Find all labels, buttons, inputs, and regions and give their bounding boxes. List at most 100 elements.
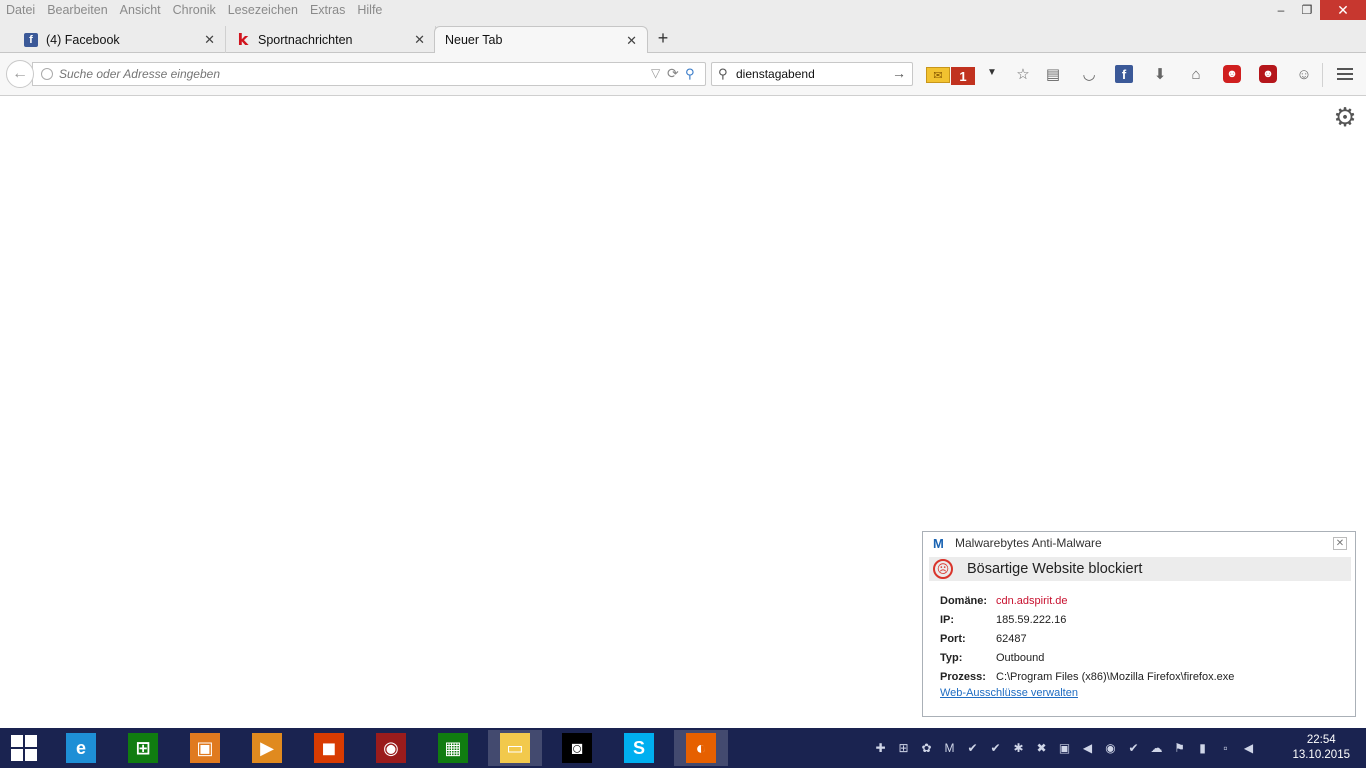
- home-icon[interactable]: ⌂: [1187, 65, 1205, 83]
- reading-list-icon[interactable]: ▤: [1044, 65, 1062, 83]
- tray-icon[interactable]: ✔: [1125, 740, 1142, 756]
- tray-icon[interactable]: ◉: [1102, 740, 1119, 756]
- tray-icon[interactable]: ✱: [1010, 740, 1027, 756]
- close-tab-icon[interactable]: ✕: [626, 33, 637, 49]
- clock-time: 22:54: [1306, 734, 1336, 746]
- download-icon[interactable]: ⬇: [1151, 65, 1169, 83]
- globe-icon: [41, 68, 53, 80]
- taskbar-media-player[interactable]: ▶: [240, 730, 294, 766]
- tray-icon[interactable]: ◀: [1079, 740, 1096, 756]
- tab-label: (4) Facebook: [46, 32, 120, 47]
- mail-count-badge: 1: [951, 67, 975, 85]
- menu-chronik[interactable]: Chronik: [173, 3, 216, 17]
- search-input[interactable]: [736, 66, 886, 82]
- tray-icon[interactable]: ✿: [918, 740, 935, 756]
- firefox-icon: ◐: [686, 733, 716, 763]
- back-button[interactable]: ←: [6, 60, 34, 88]
- menu-ansicht[interactable]: Ansicht: [120, 3, 161, 17]
- taskbar-skype[interactable]: S: [612, 730, 666, 766]
- menu-bearbeiten[interactable]: Bearbeiten: [47, 3, 107, 17]
- restore-button[interactable]: ❐: [1294, 0, 1320, 20]
- facebook-icon: f: [24, 32, 38, 47]
- close-tab-icon[interactable]: ✕: [204, 32, 215, 48]
- minimize-button[interactable]: ‒: [1268, 0, 1294, 20]
- tab-sportnachrichten[interactable]: k Sportnachrichten ✕: [226, 26, 436, 53]
- menu-items: Datei Bearbeiten Ansicht Chronik Lesezei…: [6, 3, 394, 17]
- navigation-bar: ▽ ⟳ ⚲ ← ⚲ → ✉ 1 ▼ ☆ ▤ ◡ f ⬇ ⌂ ☻ ☻ ☺: [0, 53, 1366, 96]
- mail-notifier-button[interactable]: ✉ 1: [926, 67, 976, 85]
- search-go-icon[interactable]: →: [892, 65, 906, 81]
- detail-row-port: Port: 62487: [940, 629, 1340, 648]
- windows-logo-icon: [11, 735, 37, 761]
- tab-neuer-tab[interactable]: Neuer Tab ✕: [434, 26, 648, 53]
- detail-label: Domäne:: [940, 594, 988, 607]
- pocket-icon[interactable]: ◡: [1080, 65, 1098, 83]
- detail-row-process: Prozess: C:\Program Files (x86)\Mozilla …: [940, 667, 1340, 686]
- menu-lesezeichen[interactable]: Lesezeichen: [228, 3, 298, 17]
- tab-label: Sportnachrichten: [258, 32, 353, 47]
- media-player-icon: ▶: [252, 733, 282, 763]
- toolbar-separator: [1322, 63, 1323, 87]
- taskbar-audio-app[interactable]: ◉: [364, 730, 418, 766]
- chat-icon[interactable]: ☺: [1295, 65, 1313, 83]
- menu-datei[interactable]: Datei: [6, 3, 35, 17]
- tab-facebook[interactable]: f (4) Facebook ✕: [0, 26, 226, 53]
- taskbar-calculator[interactable]: ▦: [426, 730, 480, 766]
- url-bar[interactable]: ▽ ⟳ ⚲: [32, 62, 706, 86]
- detail-row-ip: IP: 185.59.222.16: [940, 610, 1340, 629]
- notification-header: M Malwarebytes Anti-Malware: [923, 532, 1355, 554]
- tray-icon[interactable]: ⊞: [895, 740, 912, 756]
- menu-extras[interactable]: Extras: [310, 3, 345, 17]
- tray-icon[interactable]: ⚑: [1171, 740, 1188, 756]
- addon-monster-icon[interactable]: ☻: [1259, 65, 1277, 83]
- detail-label: IP:: [940, 613, 955, 626]
- detail-label: Prozess:: [940, 670, 986, 683]
- url-dropdown-icon[interactable]: ▽: [651, 66, 660, 80]
- menu-hilfe[interactable]: Hilfe: [357, 3, 382, 17]
- detail-label: Typ:: [940, 651, 963, 664]
- alert-title: Bösartige Website blockiert: [967, 561, 1143, 577]
- settings-gear-icon[interactable]: ⚙: [1332, 104, 1358, 130]
- tray-icon[interactable]: ▣: [1056, 740, 1073, 756]
- facebook-icon[interactable]: f: [1115, 65, 1133, 83]
- taskbar-camera[interactable]: ◙: [550, 730, 604, 766]
- detail-value: cdn.adspirit.de: [996, 594, 1068, 607]
- taskbar-file-explorer[interactable]: ▭: [488, 730, 542, 766]
- bookmark-star-icon[interactable]: ☆: [1014, 65, 1032, 83]
- close-window-button[interactable]: ✕: [1320, 0, 1366, 20]
- search-bar[interactable]: ⚲ →: [711, 62, 913, 86]
- tray-icon[interactable]: ▫: [1217, 740, 1234, 756]
- url-input[interactable]: [59, 66, 639, 82]
- taskbar-photo-app[interactable]: ▣: [178, 730, 232, 766]
- tray-icon[interactable]: ▮: [1194, 740, 1211, 756]
- clock[interactable]: 22:54 13.10.2015: [1292, 733, 1350, 763]
- tray-icon[interactable]: ✔: [964, 740, 981, 756]
- tray-icon[interactable]: M: [941, 740, 958, 756]
- taskbar-internet-explorer[interactable]: e: [54, 730, 108, 766]
- new-tab-button[interactable]: +: [654, 28, 672, 48]
- url-search-icon[interactable]: ⚲: [685, 66, 695, 82]
- photo-app-icon: ▣: [190, 733, 220, 763]
- taskbar-store[interactable]: ⊞: [116, 730, 170, 766]
- close-tab-icon[interactable]: ✕: [414, 32, 425, 48]
- reload-icon[interactable]: ⟳: [667, 65, 679, 82]
- tray-icon[interactable]: ✖: [1033, 740, 1050, 756]
- search-icon: ⚲: [718, 66, 728, 81]
- system-tray: ✚ ⊞ ✿ M ✔ ✔ ✱ ✖ ▣ ◀ ◉ ✔ ☁ ⚑ ▮ ▫ ◀: [872, 740, 1257, 756]
- tray-icon[interactable]: ◀: [1240, 740, 1257, 756]
- tray-icon[interactable]: ✚: [872, 740, 889, 756]
- tray-icon[interactable]: ✔: [987, 740, 1004, 756]
- detail-value: C:\Program Files (x86)\Mozilla Firefox\f…: [996, 670, 1235, 683]
- file-explorer-icon: ▭: [500, 733, 530, 763]
- sad-face-icon: ☹: [933, 559, 953, 579]
- start-button[interactable]: [0, 730, 48, 766]
- taskbar-firefox[interactable]: ◐: [674, 730, 728, 766]
- close-notification-button[interactable]: ✕: [1333, 537, 1347, 550]
- taskbar-office[interactable]: ◼: [302, 730, 356, 766]
- web-exclusions-link[interactable]: Web-Ausschlüsse verwalten: [940, 687, 1078, 699]
- malwarebytes-notification: M Malwarebytes Anti-Malware ✕ ☹ Bösartig…: [922, 531, 1356, 717]
- mail-dropdown-icon[interactable]: ▼: [987, 67, 997, 78]
- addon-red-icon[interactable]: ☻: [1223, 65, 1241, 83]
- menu-hamburger-icon[interactable]: [1334, 63, 1356, 85]
- tray-icon[interactable]: ☁: [1148, 740, 1165, 756]
